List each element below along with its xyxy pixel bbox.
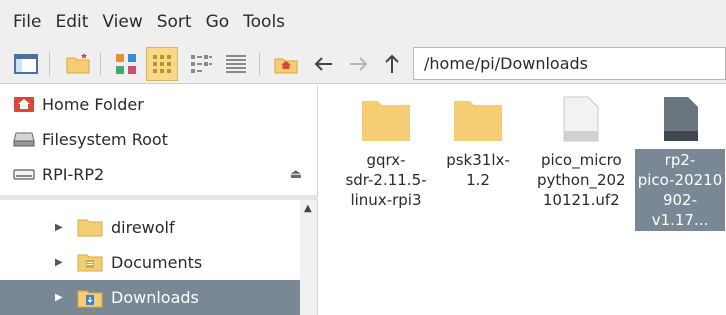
drive-icon bbox=[13, 169, 35, 180]
toolbar-separator bbox=[49, 52, 50, 76]
file-label: gqrx- sdr-2.11.5- linux-rpi3 bbox=[345, 151, 427, 209]
home-folder-icon bbox=[14, 97, 34, 112]
tree-item-documents[interactable]: ▶ Documents bbox=[0, 245, 300, 279]
menu-file[interactable]: File bbox=[13, 12, 41, 32]
file-item-pico-micropython[interactable]: pico_micro python_202 10121.uf2 bbox=[535, 95, 626, 211]
menu-edit[interactable]: Edit bbox=[55, 12, 88, 32]
tree-item-downloads[interactable]: ▶ Downloads bbox=[0, 280, 300, 315]
menu-go[interactable]: Go bbox=[206, 12, 230, 32]
eject-icon[interactable]: ⏏ bbox=[290, 167, 302, 182]
sidebar-places: Home Folder Filesystem Root RPI-RP2 ⏏ bbox=[0, 85, 318, 195]
sidebar-toggle-icon[interactable] bbox=[12, 50, 40, 78]
scroll-up-icon[interactable]: ▲ bbox=[304, 203, 312, 214]
file-item-rp2-pico[interactable]: rp2- pico-20210 902-v1.17... bbox=[635, 95, 725, 231]
file-icon bbox=[664, 97, 698, 141]
thumbnail-view-icon bbox=[153, 55, 171, 73]
toolbar-separator bbox=[259, 52, 260, 76]
file-view: gqrx- sdr-2.11.5- linux-rpi3 psk31lx-1.2… bbox=[319, 85, 726, 315]
file-label: pico_micro python_202 10121.uf2 bbox=[537, 151, 626, 209]
toolbar-separator bbox=[100, 52, 101, 76]
folder-icon bbox=[362, 101, 410, 141]
file-item-gqrx[interactable]: gqrx- sdr-2.11.5- linux-rpi3 bbox=[341, 95, 431, 211]
path-input[interactable]: /home/pi/Downloads bbox=[413, 47, 726, 80]
menu-bar: File Edit View Sort Go Tools bbox=[0, 0, 726, 44]
directory-tree: ▶ direwolf ▶ Documents ▶ Downloads bbox=[0, 200, 300, 315]
forward-arrow-icon[interactable] bbox=[344, 50, 372, 78]
menu-tools[interactable]: Tools bbox=[243, 12, 285, 32]
expand-arrow-icon[interactable]: ▶ bbox=[55, 292, 65, 303]
folder-icon bbox=[77, 219, 103, 237]
file-label: rp2- pico-20210 902-v1.17... bbox=[635, 149, 725, 231]
thumbnail-view-button[interactable] bbox=[146, 47, 178, 81]
back-arrow-icon[interactable] bbox=[310, 50, 338, 78]
new-folder-icon[interactable] bbox=[64, 50, 92, 78]
compact-view-icon[interactable] bbox=[187, 50, 215, 78]
folder-icon bbox=[454, 101, 502, 141]
place-rpi-rp2[interactable]: RPI-RP2 ⏏ bbox=[0, 157, 318, 191]
place-home-folder[interactable]: Home Folder bbox=[0, 87, 318, 121]
file-label: psk31lx-1.2 bbox=[446, 151, 510, 189]
file-icon bbox=[563, 96, 599, 142]
list-view-icon[interactable] bbox=[222, 50, 250, 78]
file-item-psk31lx[interactable]: psk31lx-1.2 bbox=[433, 95, 523, 191]
icon-view-icon[interactable] bbox=[112, 50, 140, 78]
menu-view[interactable]: View bbox=[102, 12, 142, 32]
tree-scrollbar[interactable]: ▲ bbox=[300, 200, 318, 315]
drive-icon bbox=[13, 132, 35, 147]
place-filesystem-root[interactable]: Filesystem Root bbox=[0, 122, 318, 156]
menu-sort[interactable]: Sort bbox=[157, 12, 192, 32]
expand-arrow-icon[interactable]: ▶ bbox=[55, 222, 65, 233]
tree-item-direwolf[interactable]: ▶ direwolf bbox=[0, 210, 300, 244]
place-label: Filesystem Root bbox=[42, 129, 168, 149]
up-arrow-icon[interactable] bbox=[378, 50, 406, 78]
toolbar: /home/pi/Downloads bbox=[0, 44, 726, 84]
place-label: Home Folder bbox=[42, 94, 144, 114]
tree-item-label: Documents bbox=[111, 252, 203, 272]
tree-item-label: direwolf bbox=[111, 217, 175, 237]
tree-item-label: Downloads bbox=[111, 288, 199, 307]
documents-folder-icon bbox=[77, 254, 103, 272]
place-label: RPI-RP2 bbox=[42, 164, 105, 184]
home-icon[interactable] bbox=[272, 50, 300, 78]
downloads-folder-icon bbox=[77, 290, 103, 307]
expand-arrow-icon[interactable]: ▶ bbox=[55, 257, 65, 268]
